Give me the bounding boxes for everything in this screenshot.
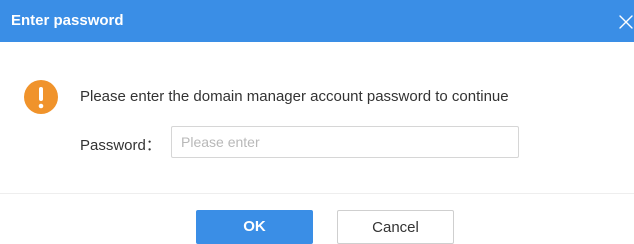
close-icon[interactable] (618, 14, 634, 30)
password-label: Password： (80, 137, 161, 154)
dialog-title: Enter password (11, 12, 124, 29)
ok-button[interactable]: OK (196, 210, 313, 244)
password-dialog: Enter password Please enter the domain m… (0, 0, 634, 244)
cancel-button[interactable]: Cancel (337, 210, 454, 244)
footer-divider (0, 193, 634, 194)
warning-icon (24, 80, 58, 114)
dialog-message: Please enter the domain manager account … (80, 88, 509, 105)
password-input[interactable] (171, 126, 519, 158)
dialog-titlebar: Enter password (0, 0, 634, 42)
